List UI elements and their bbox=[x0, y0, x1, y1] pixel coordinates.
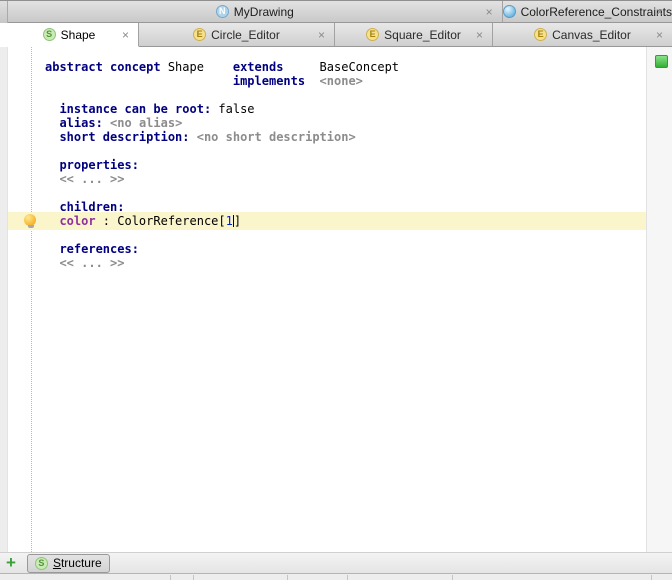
code-line[interactable] bbox=[8, 88, 646, 102]
code-token: 1 bbox=[226, 214, 233, 228]
code-token bbox=[45, 214, 59, 228]
structure-concept-icon: S bbox=[43, 28, 56, 41]
status-cell-divider bbox=[193, 575, 194, 580]
ok-status-indicator[interactable] bbox=[655, 55, 668, 68]
code-token: alias: bbox=[59, 116, 102, 130]
code-line[interactable]: implements <none> bbox=[8, 74, 646, 88]
document-tab-bar: NMyDrawing×ColorReference_Constraints× bbox=[0, 0, 672, 23]
code-token: <none> bbox=[320, 74, 363, 88]
code-line[interactable]: references: bbox=[8, 242, 646, 256]
add-aspect-button[interactable]: + bbox=[6, 556, 16, 570]
close-icon[interactable]: × bbox=[486, 6, 493, 18]
code-token: BaseConcept bbox=[283, 60, 399, 74]
editor-concept-icon: E bbox=[193, 28, 206, 41]
close-icon[interactable]: × bbox=[122, 29, 129, 41]
tab-structure[interactable]: S Structure bbox=[27, 554, 110, 573]
code-line[interactable]: alias: <no alias> bbox=[8, 116, 646, 130]
tab-label: Circle_Editor bbox=[211, 28, 280, 42]
close-icon[interactable]: × bbox=[656, 6, 663, 18]
code-token bbox=[103, 116, 110, 130]
code-line[interactable] bbox=[8, 144, 646, 158]
code-token: abstract concept bbox=[45, 60, 161, 74]
status-bar bbox=[0, 573, 672, 580]
tab-circle-editor[interactable]: E Circle_Editor × bbox=[139, 23, 335, 47]
code-token: references: bbox=[59, 242, 138, 256]
code-line[interactable]: abstract concept Shape extends BaseConce… bbox=[8, 60, 646, 74]
code-token: Shape bbox=[161, 60, 233, 74]
code-token: instance can be root: bbox=[59, 102, 211, 116]
tab-square-editor[interactable]: E Square_Editor × bbox=[335, 23, 493, 47]
editor-tab-bar: S Shape × E Circle_Editor × E Square_Editor × E Ca… bbox=[0, 23, 672, 47]
editor-concept-icon: E bbox=[366, 28, 379, 41]
code-line[interactable]: short description: <no short description… bbox=[8, 130, 646, 144]
code-token: false bbox=[211, 102, 254, 116]
model-icon: N bbox=[216, 5, 229, 18]
tab-shape[interactable]: S Shape × bbox=[0, 23, 139, 47]
tab-label: MyDrawing bbox=[234, 5, 294, 19]
tab-label: Square_Editor bbox=[384, 28, 461, 42]
editor-left-gutter bbox=[0, 47, 8, 552]
code-token: : ColorReference[ bbox=[96, 214, 226, 228]
status-cell-divider bbox=[170, 575, 171, 580]
code-token: << ... >> bbox=[59, 256, 124, 270]
structure-tab-label: Structure bbox=[53, 556, 102, 570]
tab-canvas-editor[interactable]: E Canvas_Editor × bbox=[493, 23, 672, 47]
code-line[interactable]: properties: bbox=[8, 158, 646, 172]
code-token bbox=[45, 116, 59, 130]
code-token bbox=[45, 158, 59, 172]
tab-label: ColorReference_Constraints bbox=[521, 5, 672, 19]
code-token bbox=[45, 256, 59, 270]
code-token: short description: bbox=[59, 130, 189, 144]
code-token: <no short description> bbox=[197, 130, 356, 144]
code-token: extends bbox=[233, 60, 284, 74]
constraints-icon bbox=[503, 5, 516, 18]
tab-label: Shape bbox=[61, 28, 96, 42]
code-token bbox=[45, 102, 59, 116]
code-line[interactable]: instance can be root: false bbox=[8, 102, 646, 116]
code-token bbox=[45, 130, 59, 144]
code-token bbox=[190, 130, 197, 144]
code-token: ] bbox=[234, 214, 241, 228]
status-cell-divider bbox=[651, 575, 652, 580]
structure-aspect-icon: S bbox=[35, 557, 48, 570]
code-line[interactable]: << ... >> bbox=[8, 172, 646, 186]
tab-label: Canvas_Editor bbox=[552, 28, 631, 42]
tab-bar-left-edge bbox=[0, 1, 8, 23]
code-token bbox=[45, 172, 59, 186]
code-token: color bbox=[59, 214, 95, 228]
code-token: << ... >> bbox=[59, 172, 124, 186]
editor-concept-icon: E bbox=[534, 28, 547, 41]
code-token bbox=[45, 74, 233, 88]
close-icon[interactable]: × bbox=[318, 29, 325, 41]
status-cell-divider bbox=[452, 575, 453, 580]
close-icon[interactable]: × bbox=[476, 29, 483, 41]
status-cell-divider bbox=[347, 575, 348, 580]
code-line[interactable]: << ... >> bbox=[8, 256, 646, 270]
status-cell-divider bbox=[287, 575, 288, 580]
code-token: <no alias> bbox=[110, 116, 182, 130]
bottom-tab-bar: + S Structure bbox=[0, 552, 672, 573]
code-line[interactable] bbox=[8, 186, 646, 200]
code-token bbox=[305, 74, 319, 88]
code-line[interactable] bbox=[8, 228, 646, 242]
mps-editor-window: NMyDrawing×ColorReference_Constraints× S… bbox=[0, 0, 672, 580]
close-icon[interactable]: × bbox=[656, 29, 663, 41]
tab-colorreference-constraints[interactable]: ColorReference_Constraints× bbox=[503, 1, 672, 23]
code-token bbox=[45, 242, 59, 256]
code-token: implements bbox=[233, 74, 305, 88]
error-stripe[interactable] bbox=[646, 47, 672, 552]
code-editor[interactable]: abstract concept Shape extends BaseConce… bbox=[8, 47, 646, 270]
tab-mydrawing[interactable]: N MyDrawing × bbox=[8, 1, 503, 23]
code-token: properties: bbox=[59, 158, 138, 172]
